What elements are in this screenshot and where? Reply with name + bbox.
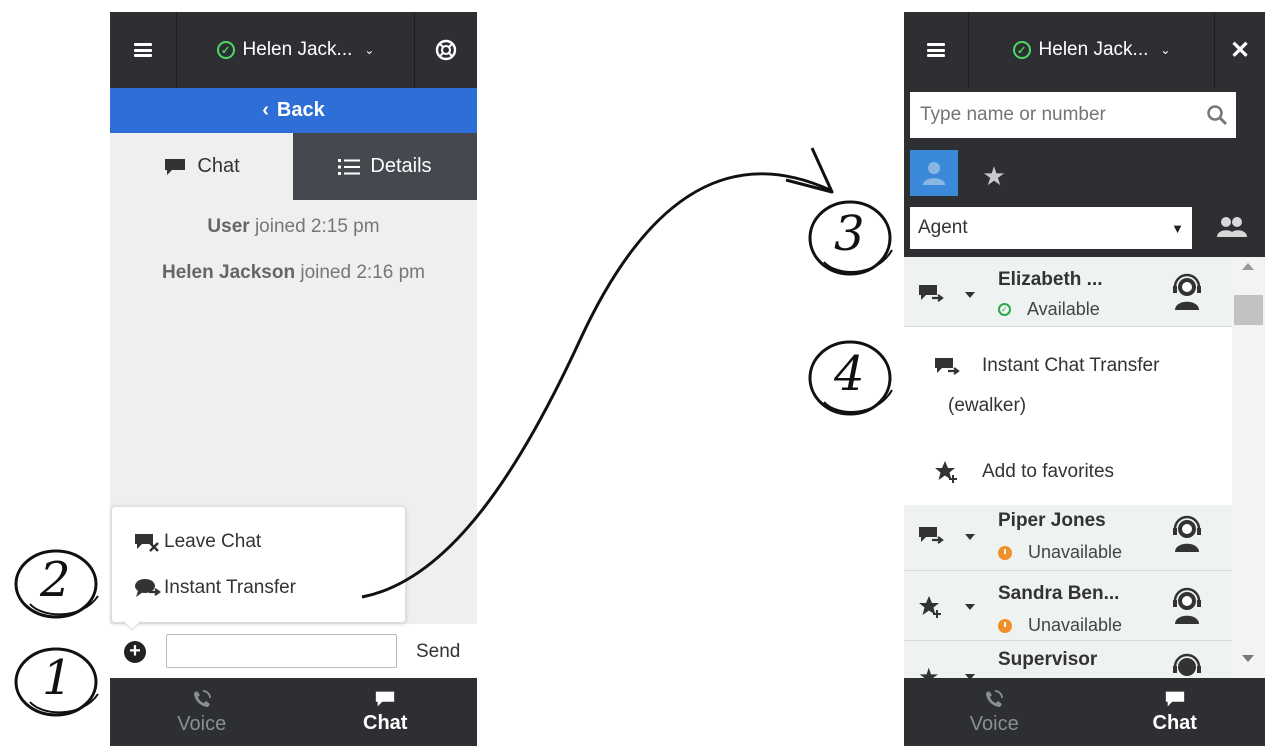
callout-number: 4 [834,346,865,402]
callout-3: 3 [806,196,893,276]
callout-number: 3 [834,206,865,262]
callout-number: 2 [40,552,71,608]
callout-number: 1 [42,650,73,706]
callout-4: 4 [806,336,893,416]
callout-1: 1 [12,644,99,717]
callout-2: 2 [12,546,99,619]
flow-arrow [361,147,834,599]
